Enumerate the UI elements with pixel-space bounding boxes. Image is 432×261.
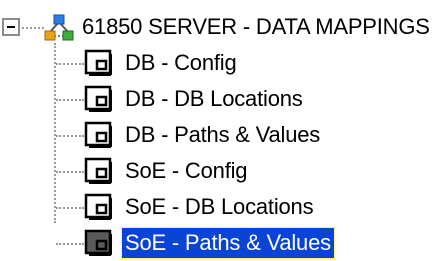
tree-item-db-paths-values[interactable]: DB - Paths & Values xyxy=(84,117,323,153)
tree-item-label: SoE - DB Locations xyxy=(125,194,314,219)
document-icon xyxy=(84,229,112,256)
tree-connector xyxy=(56,135,84,137)
tree-connector xyxy=(56,63,84,65)
tree-connector xyxy=(56,99,84,101)
tree-item-label: DB - Paths & Values xyxy=(125,122,321,147)
tree-item-label: DB - DB Locations xyxy=(125,86,303,111)
tree-connector xyxy=(54,43,56,223)
tree-item-label: DB - Config xyxy=(125,50,237,75)
tree-connector xyxy=(56,207,84,209)
tree-connector xyxy=(56,243,84,245)
document-icon xyxy=(84,49,112,76)
tree-item-label: SoE - Config xyxy=(125,158,248,183)
document-icon xyxy=(84,121,112,148)
tree-item-soe-paths-values[interactable]: SoE - Paths & Values xyxy=(84,225,335,261)
data-mappings-tree: 61850 SERVER - DATA MAPPINGS DB - Config… xyxy=(0,0,432,259)
document-icon xyxy=(84,85,112,112)
tree-connector xyxy=(22,27,44,29)
tree-item-db-config[interactable]: DB - Config xyxy=(84,45,240,81)
network-server-icon xyxy=(44,14,74,41)
tree-connector xyxy=(56,171,84,173)
tree-root-label[interactable]: 61850 SERVER - DATA MAPPINGS xyxy=(82,10,430,44)
collapse-toggle[interactable] xyxy=(2,18,20,36)
tree-item-soe-config[interactable]: SoE - Config xyxy=(84,153,250,189)
document-icon xyxy=(84,193,112,220)
document-icon xyxy=(84,157,112,184)
tree-item-label: SoE - Paths & Values xyxy=(121,227,335,259)
tree-item-db-db-locations[interactable]: DB - DB Locations xyxy=(84,81,306,117)
tree-item-soe-db-locations[interactable]: SoE - DB Locations xyxy=(84,189,316,225)
